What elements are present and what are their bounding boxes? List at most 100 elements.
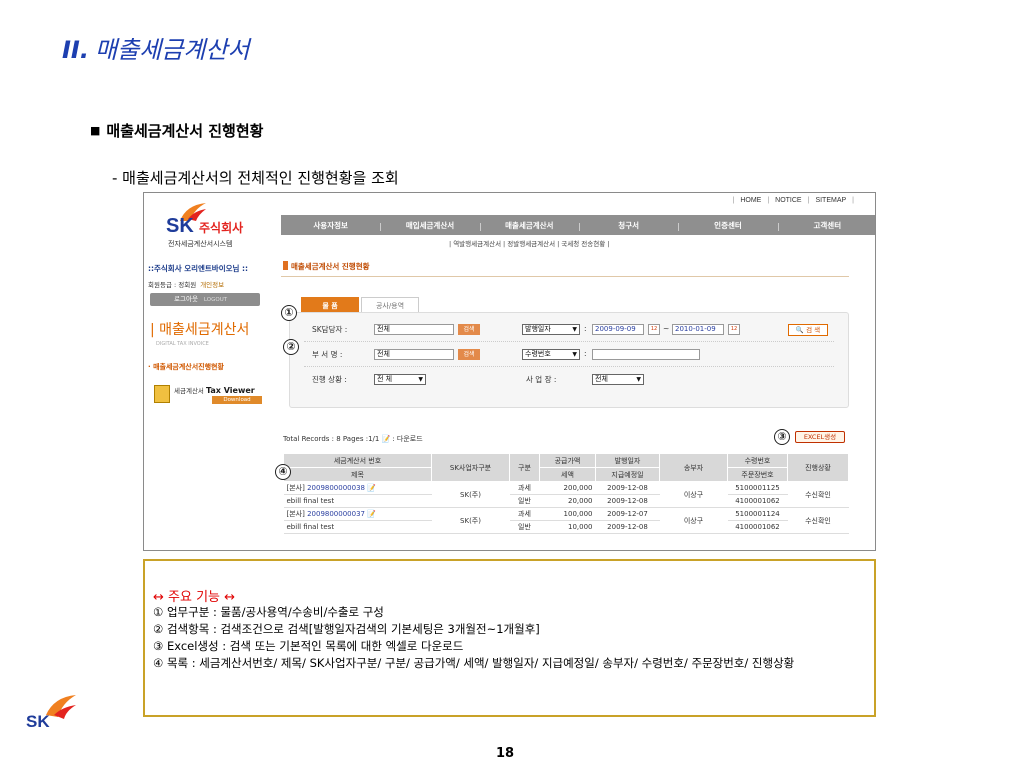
- calendar-icon[interactable]: 12: [648, 324, 660, 335]
- date-range-tilde: ~: [663, 324, 670, 333]
- records-info: Total Records : 8 Pages :1/1 📝: 다운로드: [283, 434, 423, 444]
- sidebar-section-title: | 매출세금계산서: [150, 322, 250, 338]
- callout-badge-3: ③: [774, 429, 790, 445]
- tab-goods[interactable]: 물 품: [301, 297, 359, 313]
- tab-construction-service[interactable]: 공사/용역: [361, 297, 419, 313]
- issue-date-cell: 2009-12-07: [595, 507, 660, 521]
- system-screenshot: | HOME | NOTICE | SITEMAP | SK 주식회사 전자세금계산서시스템…: [143, 192, 876, 551]
- invoice-no-link[interactable]: 2009800000038: [307, 484, 365, 492]
- note-line: ② 검색항목 : 검색조건으로 검색[발행일자검색의 기본세팅은 3개월전~1개…: [153, 622, 540, 636]
- tax-viewer-icon: [154, 385, 170, 403]
- col-amount: 공급가액: [539, 453, 596, 468]
- tax-viewer-banner[interactable]: 세금계산서 Tax Viewer Download: [152, 383, 264, 405]
- table-row[interactable]: ebill final test 일반 20,000 2009-12-08 41…: [283, 494, 849, 508]
- date-type-select[interactable]: 발행일자: [522, 324, 580, 335]
- calendar-icon[interactable]: 12: [728, 324, 740, 335]
- callout-badge-4: ④: [275, 464, 291, 480]
- dept-input[interactable]: 전체: [374, 349, 454, 360]
- nav-user-info[interactable]: 사용자정보: [281, 220, 380, 231]
- download-link[interactable]: : 다운로드: [392, 435, 422, 443]
- title-cell: ebill final test: [283, 494, 432, 508]
- section-heading-text: 매출세금계산서 진행현황: [106, 122, 264, 140]
- status-cell: 수신확인: [787, 481, 849, 508]
- sidebar-item-sales-status[interactable]: · 매출세금계산서진행현황: [148, 362, 224, 372]
- manager-input[interactable]: 전체: [374, 324, 454, 335]
- number-input[interactable]: [592, 349, 700, 360]
- subnav-reverse-invoice[interactable]: 역발행세금계산서: [453, 240, 501, 248]
- nav-customer-center[interactable]: 고객센터: [777, 220, 875, 231]
- title-cell: ebill final test: [283, 520, 432, 534]
- col-invoice-no: 세금계산서 번호: [283, 453, 432, 468]
- search-button[interactable]: 🔍 검 색: [788, 324, 828, 336]
- table-row[interactable]: ebill final test 일반 10,000 2009-12-08 41…: [283, 520, 849, 534]
- col-recv-no: 수령번호: [727, 453, 788, 468]
- site-select[interactable]: 전체: [592, 374, 644, 385]
- nav-cert-center[interactable]: 인증센터: [678, 220, 777, 231]
- heading-marker-icon: [283, 261, 288, 270]
- date-from-input[interactable]: 2009-09-09: [592, 324, 644, 335]
- col-pay-date: 지급예정일: [595, 467, 660, 482]
- invoice-no-cell[interactable]: [본사] 2009800000037 📝: [283, 507, 432, 521]
- logo[interactable]: SK 주식회사 전자세금계산서시스템: [144, 193, 279, 253]
- subnav-forward-invoice[interactable]: 정발행세금계산서: [507, 240, 555, 248]
- nav-bill[interactable]: 청구서: [578, 220, 678, 231]
- number-type-select[interactable]: 수령번호: [522, 349, 580, 360]
- row-divider: [304, 366, 834, 367]
- sender-cell: 이상구: [659, 481, 728, 508]
- tax-viewer-download-button[interactable]: Download: [212, 396, 262, 404]
- footer-sk-logo: SK: [26, 712, 50, 731]
- type-cell: 일반: [509, 520, 540, 534]
- nav-purchase-invoice[interactable]: 매입세금계산서: [380, 220, 479, 231]
- search-row-manager: SK담당자 : 전체 검색 발행일자 : 2009-09-09 12 ~ 201…: [290, 321, 850, 339]
- top-link-notice[interactable]: NOTICE: [775, 197, 801, 204]
- my-info-link[interactable]: 개인정보: [200, 281, 224, 289]
- table-row[interactable]: [본사] 2009800000038 📝 SK(주) 과세 200,000 20…: [283, 481, 849, 508]
- sidebar-section-title-en: DIGITAL TAX INVOICE: [156, 341, 209, 347]
- nav-sales-invoice[interactable]: 매출세금계산서: [479, 220, 579, 231]
- pay-date-cell: 2009-12-08: [595, 520, 660, 534]
- logout-button[interactable]: 로그아웃 LOGOUT: [150, 293, 260, 306]
- main-content: 매출세금계산서 진행현황 물 품 공사/용역 SK담당자 : 전체 검색 발행일…: [281, 255, 875, 550]
- member-grade: 회원등급 : 정회원 개인정보: [148, 279, 224, 289]
- amount-cell: 200,000: [539, 481, 596, 495]
- manager-search-button[interactable]: 검색: [458, 324, 480, 335]
- feature-notes-box: ↔ 주요 기능 ↔ ① 업무구분 : 물품/공사용역/수송비/수출로 구성 ② …: [143, 559, 876, 717]
- col-tax: 세액: [539, 467, 596, 482]
- issue-date-cell: 2009-12-08: [595, 481, 660, 495]
- invoice-no-link[interactable]: 2009800000037: [307, 510, 365, 518]
- download-icon[interactable]: 📝: [382, 435, 391, 443]
- callout-badge-2: ②: [283, 339, 299, 355]
- edit-icon[interactable]: 📝: [367, 484, 376, 492]
- tax-viewer-title: Tax Viewer: [205, 386, 255, 395]
- status-label: 진행 상황 :: [312, 375, 347, 384]
- logo-sk: SK: [166, 215, 194, 237]
- row-divider: [304, 341, 834, 342]
- status-select[interactable]: 전 체: [374, 374, 426, 385]
- date-to-input[interactable]: 2010-01-09: [672, 324, 724, 335]
- slide: II. 매출세금계산서 ■ 매출세금계산서 진행현황 - 매출세금계산서의 전체적인…: [0, 0, 1024, 768]
- top-link-sitemap[interactable]: SITEMAP: [815, 197, 846, 204]
- edit-icon[interactable]: 📝: [367, 510, 376, 518]
- excel-export-button[interactable]: EXCEL생성: [795, 431, 845, 443]
- colon: :: [584, 349, 587, 358]
- section-heading: ■ 매출세금계산서 진행현황: [90, 120, 263, 141]
- subnav-nts-status[interactable]: 국세청 전송현황: [561, 240, 605, 248]
- invoice-no-cell[interactable]: [본사] 2009800000038 📝: [283, 481, 432, 495]
- type-cell: 과세: [509, 507, 540, 521]
- type-cell: 일반: [509, 494, 540, 508]
- amount-cell: 100,000: [539, 507, 596, 521]
- col-status: 진행상황: [787, 453, 849, 482]
- member-grade-text: 회원등급 : 정회원: [148, 281, 197, 289]
- tax-cell: 10,000: [539, 520, 596, 534]
- pay-date-cell: 2009-12-08: [595, 494, 660, 508]
- tax-viewer-small-label: 세금계산서: [174, 387, 204, 395]
- top-link-home[interactable]: HOME: [740, 197, 761, 204]
- search-button-label: 검 색: [806, 326, 821, 334]
- table-row[interactable]: [본사] 2009800000037 📝 SK(주) 과세 100,000 20…: [283, 507, 849, 534]
- title-number: II.: [62, 36, 89, 64]
- order-no-cell: 4100001062: [727, 494, 788, 508]
- section-subheading: - 매출세금계산서의 전체적인 진행현황을 조회: [112, 169, 399, 187]
- dept-search-button[interactable]: 검색: [458, 349, 480, 360]
- col-order-no: 주문장번호: [727, 467, 788, 482]
- records-count: Total Records : 8 Pages :1/1: [283, 435, 380, 443]
